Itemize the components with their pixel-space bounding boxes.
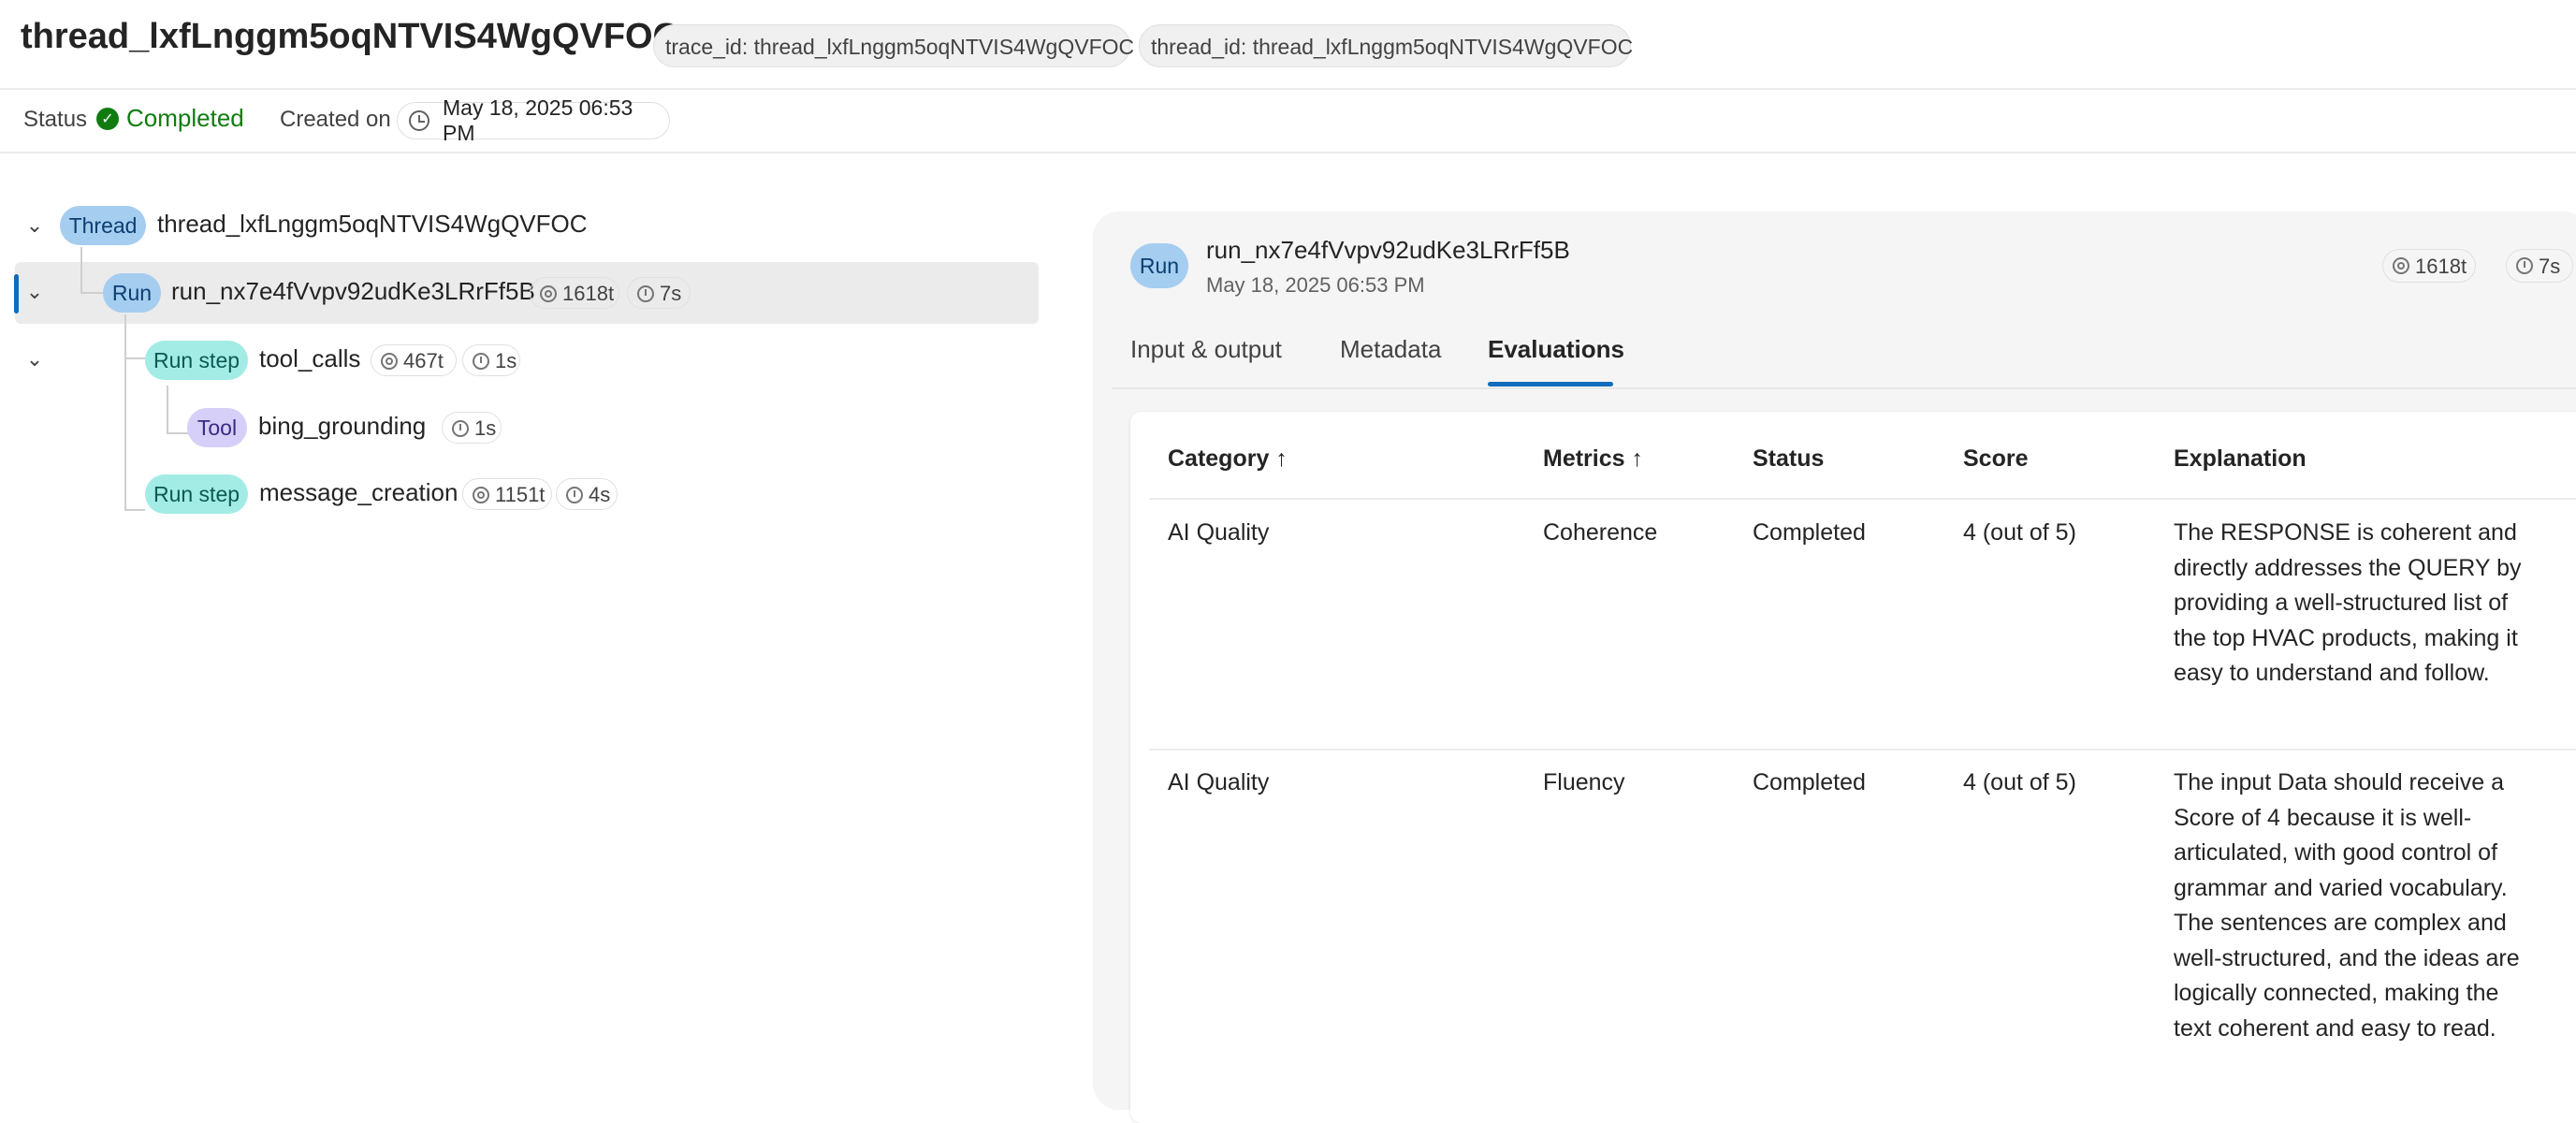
tool-badge: Tool: [187, 408, 247, 447]
tree-connector: [124, 357, 145, 359]
tree-connector: [80, 292, 103, 294]
tree-node-message-creation[interactable]: message_creation: [259, 478, 458, 507]
thread-id-pill[interactable]: thread_id: thread_lxfLnggm5oqNTVIS4WgQVF…: [1139, 24, 1633, 67]
header-divider: [1149, 498, 2576, 500]
run-badge: Run: [103, 273, 161, 313]
cell-status: Completed: [1753, 769, 1866, 795]
trace-id-pill[interactable]: trace_id: thread_lxfLnggm5oqNTVIS4WgQVFO…: [653, 24, 1134, 67]
tokens-icon: [381, 353, 398, 370]
step1-tokens-chip: 467t: [371, 344, 457, 376]
tab-metadata[interactable]: Metadata: [1340, 335, 1441, 364]
cell-category: AI Quality: [1168, 519, 1270, 546]
cell-metric: Coherence: [1543, 519, 1658, 546]
timer-icon: [473, 353, 489, 370]
panel-run-name: run_nx7e4fVvpv92udKe3LRrFf5B: [1206, 236, 1570, 264]
tokens-icon: [2393, 257, 2409, 274]
tab-input-output[interactable]: Input & output: [1130, 335, 1282, 364]
timer-icon: [566, 487, 583, 503]
column-header-explanation[interactable]: Explanation: [2174, 445, 2307, 473]
cell-explanation: The RESPONSE is coherent and directly ad…: [2174, 519, 2522, 686]
row-divider: [1149, 749, 2576, 751]
panel-time-chip: 7s: [2506, 249, 2573, 283]
sort-arrow-icon: ↑: [1631, 445, 1644, 472]
tool-time-chip: 1s: [442, 412, 502, 444]
chevron-down-icon[interactable]: ⌄: [21, 280, 49, 304]
panel-run-badge: Run: [1130, 243, 1188, 288]
check-circle-icon: ✓: [96, 107, 119, 130]
step2-time-chip: 4s: [556, 478, 618, 510]
chevron-down-icon[interactable]: ⌄: [21, 213, 49, 238]
run-step-badge: Run step: [145, 474, 248, 514]
tree-node-thread[interactable]: thread_lxfLnggm5oqNTVIS4WgQVFOC: [157, 210, 588, 239]
timer-icon: [2516, 257, 2533, 274]
tree-connector: [124, 509, 145, 511]
clock-icon: [409, 110, 429, 131]
tree-node-bing-grounding[interactable]: bing_grounding: [258, 412, 426, 441]
cell-category: AI Quality: [1168, 769, 1270, 795]
status-label: Status: [23, 107, 88, 132]
active-tab-indicator: [1488, 382, 1613, 386]
tree-connector: [124, 314, 126, 511]
created-date: May 18, 2025 06:53 PM: [443, 95, 633, 145]
column-header-category[interactable]: Category ↑: [1168, 445, 1288, 473]
chevron-down-icon[interactable]: ⌄: [21, 347, 49, 372]
tree-connector: [167, 432, 189, 434]
trace-tree: ⌄ Thread thread_lxfLnggm5oqNTVIS4WgQVFOC…: [0, 153, 1067, 1083]
step2-tokens-chip: 1151t: [462, 478, 552, 510]
tree-node-tool-calls[interactable]: tool_calls: [259, 344, 360, 373]
tokens-icon: [540, 285, 557, 302]
status-bar: Status ✓ Completed Created on May 18, 20…: [0, 90, 2576, 153]
thread-badge: Thread: [60, 206, 146, 245]
page-header: thread_lxfLnggm5oqNTVIS4WgQVFOC trace_id…: [0, 0, 2576, 90]
timer-icon: [637, 285, 654, 302]
tree-connector: [80, 247, 82, 294]
panel-tokens-chip: 1618t: [2382, 249, 2476, 283]
created-date-pill: May 18, 2025 06:53 PM: [397, 95, 670, 145]
column-header-score[interactable]: Score: [1963, 445, 2028, 473]
panel-run-date: May 18, 2025 06:53 PM: [1206, 273, 1425, 297]
cell-status: Completed: [1753, 519, 1866, 546]
cell-score: 4 (out of 5): [1963, 519, 2076, 546]
created-label: Created on: [280, 107, 391, 132]
column-header-status[interactable]: Status: [1753, 445, 1824, 473]
run-time-chip: 7s: [627, 277, 691, 309]
tree-node-run[interactable]: run_nx7e4fVvpv92udKe3LRrFf5B: [171, 277, 535, 306]
tree-connector: [167, 386, 168, 434]
run-step-badge: Run step: [145, 341, 248, 380]
status-value: ✓ Completed: [96, 104, 244, 133]
timer-icon: [452, 420, 469, 437]
tokens-icon: [473, 487, 489, 503]
sort-arrow-icon: ↑: [1275, 445, 1288, 472]
column-header-metrics[interactable]: Metrics ↑: [1543, 445, 1643, 473]
cell-score: 4 (out of 5): [1963, 769, 2076, 795]
step1-time-chip: 1s: [462, 344, 520, 376]
page-title: thread_lxfLnggm5oqNTVIS4WgQVFOC: [21, 17, 679, 56]
tabs-divider: [1112, 387, 2576, 389]
evaluations-table: Category ↑ Metrics ↑ Status Score Explan…: [1130, 412, 2576, 1123]
run-tokens-chip: 1618t: [530, 277, 619, 309]
status-text: Completed: [126, 104, 244, 132]
cell-explanation: The input Data should receive a Score of…: [2174, 769, 2520, 1042]
selection-indicator: [14, 274, 19, 314]
details-panel: Run run_nx7e4fVvpv92udKe3LRrFf5B May 18,…: [1093, 211, 2576, 1123]
tab-evaluations[interactable]: Evaluations: [1488, 335, 1624, 364]
cell-metric: Fluency: [1543, 769, 1625, 795]
